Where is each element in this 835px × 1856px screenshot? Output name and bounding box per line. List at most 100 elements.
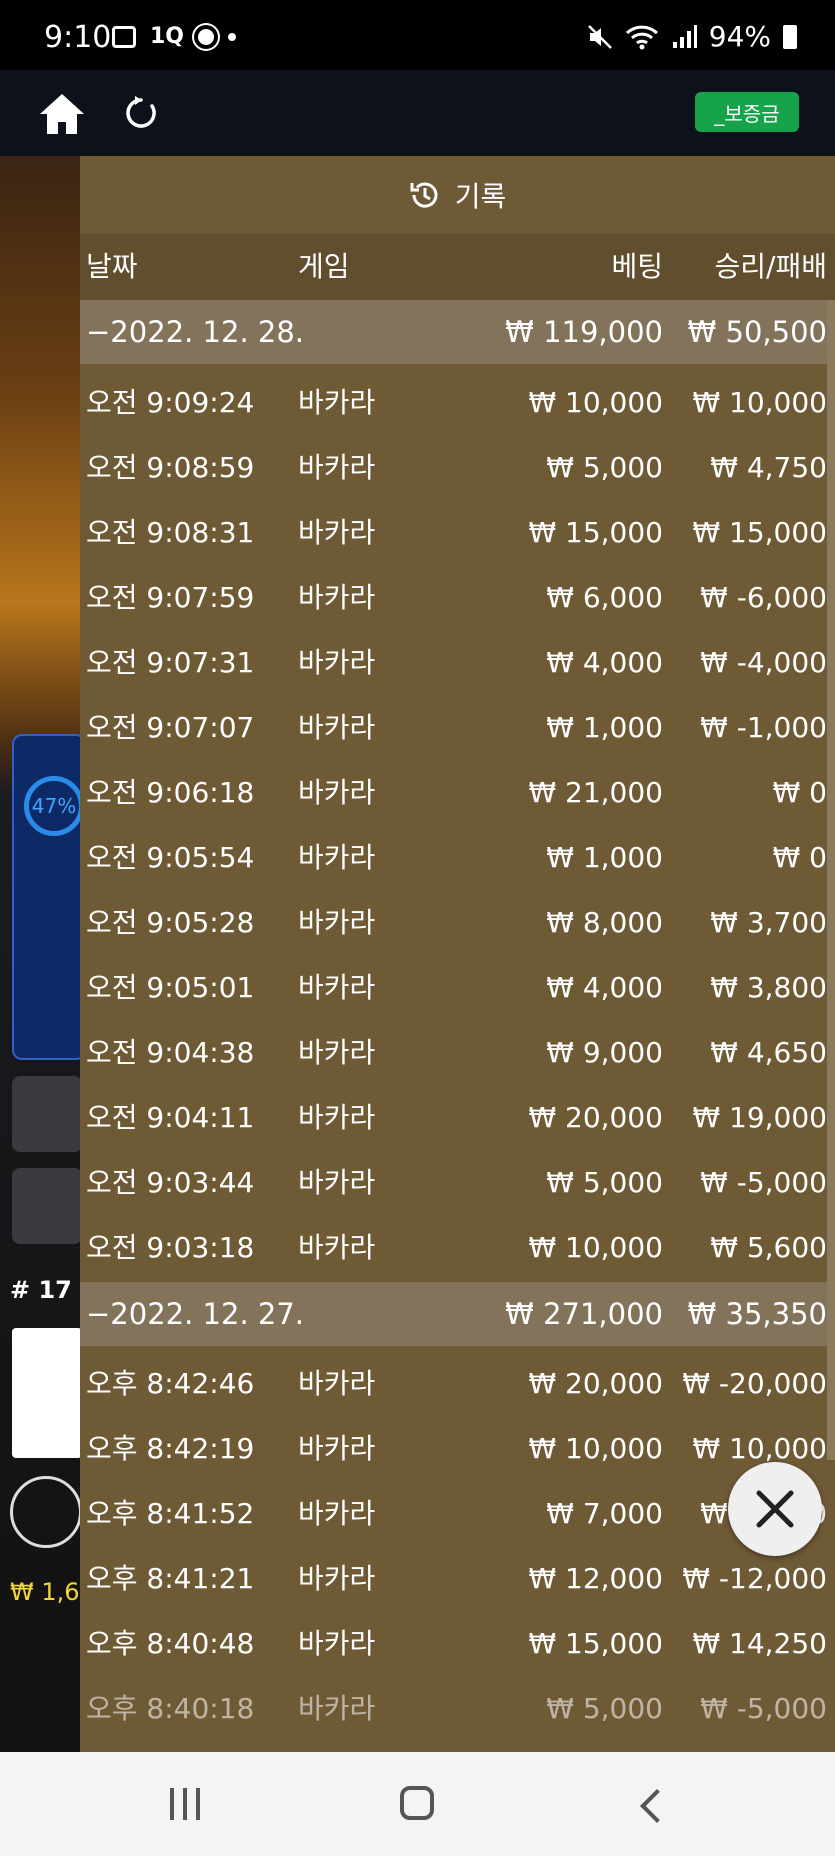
history-row[interactable]: 오전 9:03:18 바카라 ₩ 10,000 ₩ 5,600 [80,1216,835,1280]
row-bet: ₩ 12,000 [528,1562,663,1595]
history-row[interactable]: 오후 8:40:18 바카라 ₩ 5,000 ₩ -5,000 [80,1677,835,1741]
row-time: 오전 9:08:59 [86,451,255,484]
history-row[interactable]: 오후 8:41:52바카라₩ 7,000₩ -7,000 [80,1482,835,1546]
row-bet: ₩ 8,000 [546,906,663,939]
row-game: 바카라 [298,1562,376,1595]
row-game: 바카라 [298,906,376,939]
battery-icon [783,24,797,49]
app-top-bar: _보증금 [0,70,835,156]
group-result-total: ₩ 35,350 [687,1297,827,1331]
row-bet: ₩ 4,000 [546,646,663,679]
group-bet-total: ₩ 119,000 [505,315,663,349]
bg-round-number: # 17 [10,1276,72,1304]
history-panel: 기록 날짜 게임 베팅 승리/패배 −2022. 12. 28. ₩ 119,0… [80,156,835,1752]
dot-icon [228,32,237,41]
row-time: 오전 9:09:24 [86,386,255,419]
history-row[interactable]: 오전 9:06:18 바카라 ₩ 21,000 ₩ 0 [80,761,835,825]
row-result: ₩ -6,000 [700,581,827,614]
home-icon[interactable] [38,92,86,136]
history-row[interactable]: 오전 9:07:07 바카라 ₩ 1,000 ₩ -1,000 [80,696,835,760]
date-group-header[interactable]: −2022. 12. 27. ₩ 271,000 ₩ 35,350 [80,1282,835,1346]
status-time: 9:10 [44,20,112,55]
close-button[interactable] [728,1462,822,1556]
row-bet: ₩ 1,000 [546,711,663,744]
row-result: ₩ 0 [772,841,827,874]
row-bet: ₩ 15,000 [528,1627,663,1660]
history-row[interactable]: 오후 8:40:48 바카라 ₩ 15,000 ₩ 14,250 [80,1612,835,1676]
history-row[interactable]: 오전 9:08:31 바카라 ₩ 15,000 ₩ 15,000 [80,501,835,565]
history-row[interactable]: 오후 8:42:19 바카라 ₩ 10,000 ₩ 10,000 [80,1417,835,1481]
row-time: 오전 9:08:31 [86,516,255,549]
refresh-icon[interactable] [122,94,160,132]
wifi-icon [625,25,658,49]
row-bet: ₩ 6,000 [546,581,663,614]
history-row[interactable]: 오전 9:08:59 바카라 ₩ 5,000 ₩ 4,750 [80,436,835,500]
row-game: 바카라 [298,581,376,614]
history-row[interactable]: 오전 9:05:54 바카라 ₩ 1,000 ₩ 0 [80,826,835,890]
row-bet: ₩ 4,000 [546,971,663,1004]
row-game: 바카라 [298,1692,376,1725]
row-game: 바카라 [298,1497,376,1530]
history-row[interactable]: 오전 9:03:44 바카라 ₩ 5,000 ₩ -5,000 [80,1151,835,1215]
row-time: 오전 9:03:18 [86,1231,255,1264]
row-game: 바카라 [298,1166,376,1199]
row-result: ₩ 14,250 [692,1627,827,1660]
history-row[interactable]: 오후 8:42:46 바카라 ₩ 20,000 ₩ -20,000 [80,1352,835,1416]
row-time: 오전 9:04:38 [86,1036,255,1069]
status-bar: 9:10 1Q 94% [0,0,835,70]
row-result: ₩ 3,800 [710,971,827,1004]
history-row[interactable]: 오전 9:04:11 바카라 ₩ 20,000 ₩ 19,000 [80,1086,835,1150]
history-row[interactable]: 오전 9:05:01 바카라 ₩ 4,000 ₩ 3,800 [80,956,835,1020]
date-group-header[interactable]: −2022. 12. 28. ₩ 119,000 ₩ 50,500 [80,300,835,364]
col-game: 게임 [298,250,350,283]
history-row[interactable]: 오전 9:05:28 바카라 ₩ 8,000 ₩ 3,700 [80,891,835,955]
status-notification-icons: 1Q [112,24,237,49]
row-game: 바카라 [298,711,376,744]
row-game: 바카라 [298,1627,376,1660]
row-time: 오전 9:07:59 [86,581,255,614]
row-game: 바카라 [298,1432,376,1465]
col-result: 승리/패배 [714,250,827,283]
history-column-header: 날짜 게임 베팅 승리/패배 [80,234,835,300]
col-bet: 베팅 [611,250,663,283]
row-game: 바카라 [298,386,376,419]
row-bet: ₩ 9,000 [546,1036,663,1069]
history-row[interactable]: 오후 8:41:21 바카라 ₩ 12,000 ₩ -12,000 [80,1547,835,1611]
row-result: ₩ 3,700 [710,906,827,939]
row-game: 바카라 [298,646,376,679]
group-bet-total: ₩ 271,000 [505,1297,663,1331]
row-game: 바카라 [298,1367,376,1400]
row-bet: ₩ 5,000 [546,1692,663,1725]
row-game: 바카라 [298,841,376,874]
row-time: 오전 9:05:01 [86,971,255,1004]
row-result: ₩ 4,750 [710,451,827,484]
row-bet: ₩ 21,000 [528,776,663,809]
history-icon [410,182,438,208]
history-row[interactable]: 오전 9:09:24 바카라 ₩ 10,000 ₩ 10,000 [80,371,835,435]
row-game: 바카라 [298,1231,376,1264]
row-bet: ₩ 10,000 [528,1231,663,1264]
recent-apps-icon[interactable] [170,1788,200,1820]
row-result: ₩ -5,000 [700,1692,827,1725]
row-bet: ₩ 1,000 [546,841,663,874]
row-result: ₩ 10,000 [692,386,827,419]
history-scrollbar[interactable] [827,300,835,1460]
history-row[interactable]: 오전 9:07:31 바카라 ₩ 4,000 ₩ -4,000 [80,631,835,695]
row-result: ₩ 15,000 [692,516,827,549]
background-game-strip: 47% # 17 ₩ 1,6 [0,156,80,1752]
history-row[interactable]: 오전 9:07:59 바카라 ₩ 6,000 ₩ -6,000 [80,566,835,630]
bg-button [12,1168,80,1244]
row-time: 오후 8:42:19 [86,1432,255,1465]
row-time: 오전 9:05:28 [86,906,255,939]
row-bet: ₩ 20,000 [528,1101,663,1134]
row-result: ₩ 5,600 [710,1231,827,1264]
home-nav-icon[interactable] [400,1786,434,1820]
row-game: 바카라 [298,516,376,549]
row-result: ₩ 4,650 [710,1036,827,1069]
group-result-total: ₩ 50,500 [687,315,827,349]
row-time: 오후 8:40:18 [86,1692,255,1725]
row-time: 오후 8:40:48 [86,1627,255,1660]
history-row[interactable]: 오전 9:04:38 바카라 ₩ 9,000 ₩ 4,650 [80,1021,835,1085]
row-result: ₩ -1,000 [700,711,827,744]
deposit-button[interactable]: _보증금 [695,92,799,132]
